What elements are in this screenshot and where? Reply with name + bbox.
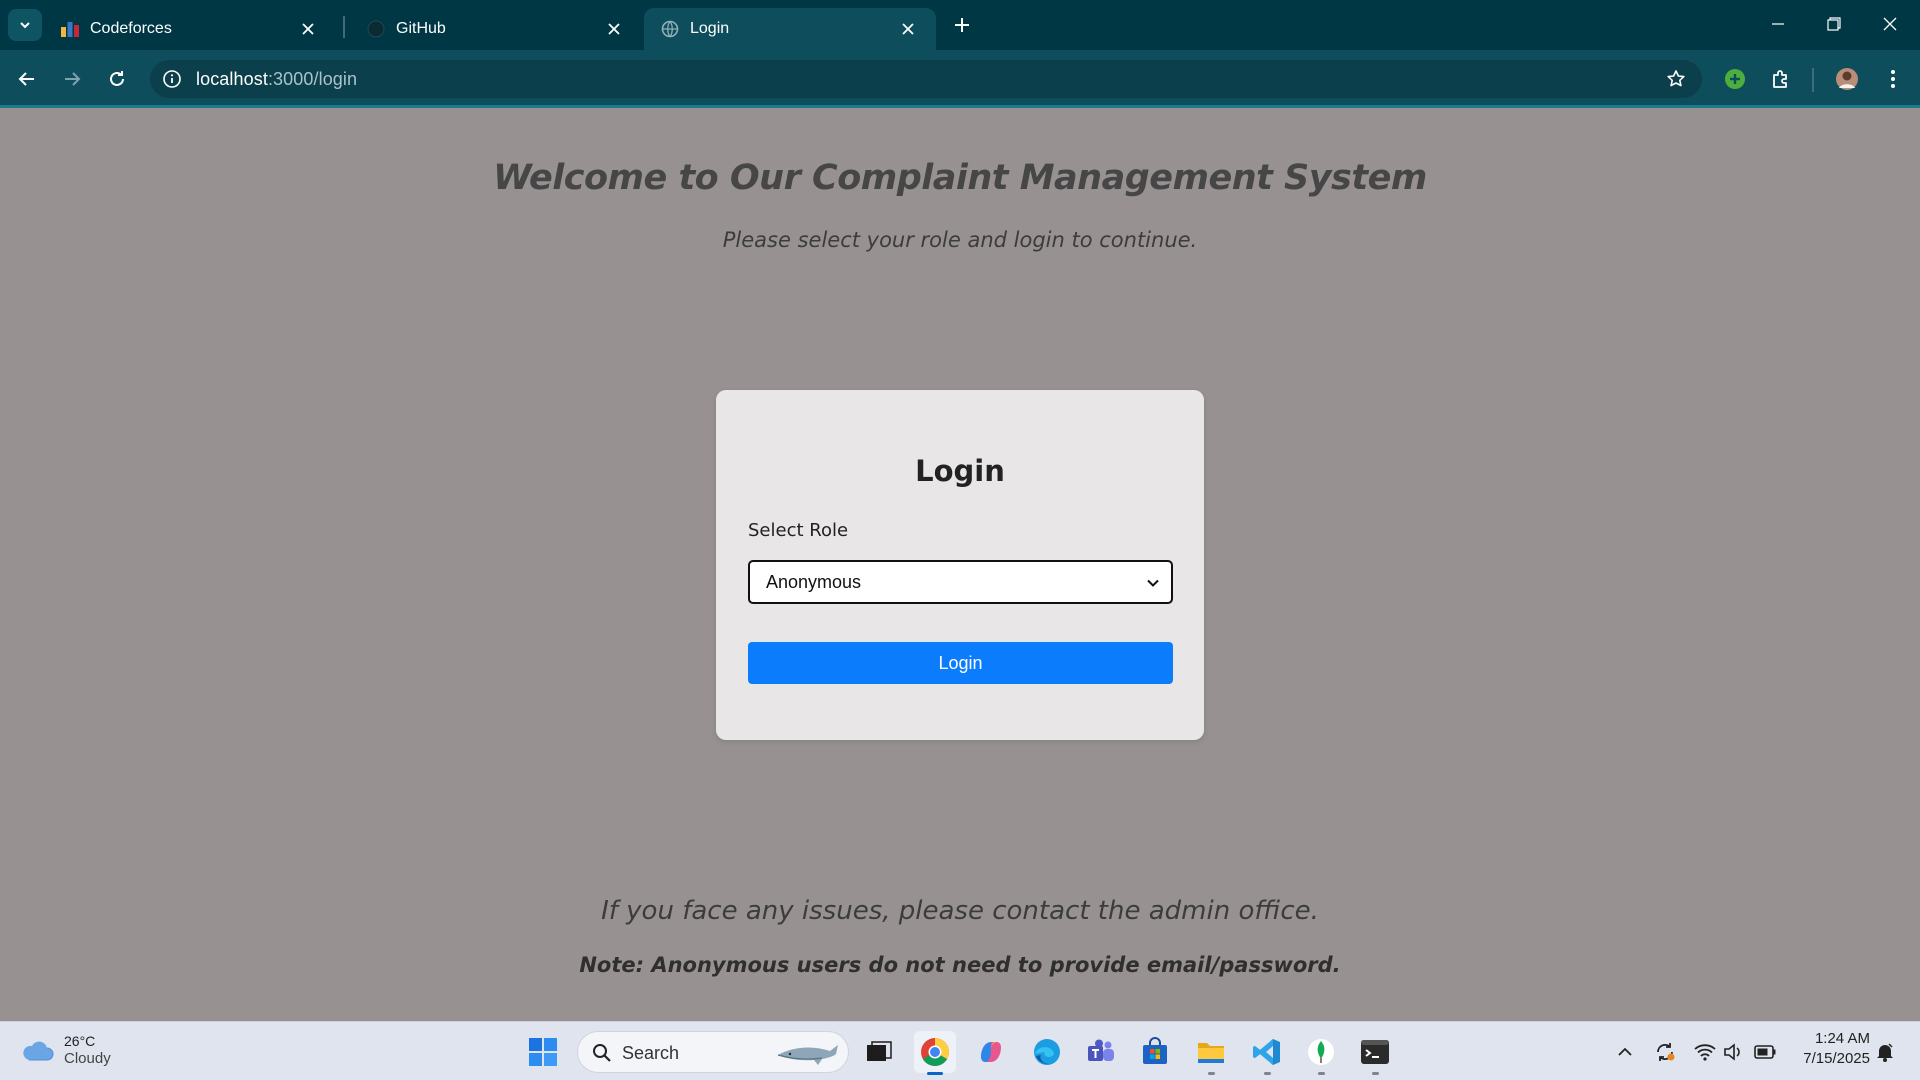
taskbar-terminal[interactable] bbox=[1354, 1031, 1396, 1075]
site-info-icon[interactable] bbox=[160, 67, 184, 91]
teams-icon bbox=[1088, 1039, 1114, 1061]
close-icon bbox=[1883, 17, 1897, 31]
taskbar-store[interactable] bbox=[1134, 1031, 1176, 1073]
windows-taskbar: 26°C Cloudy Search 1:24 AM 7/15/2025 bbox=[0, 1021, 1920, 1080]
tab-title: Codeforces bbox=[90, 20, 172, 37]
role-select-value: Anonymous bbox=[766, 571, 862, 592]
close-window-button[interactable] bbox=[1862, 0, 1918, 48]
task-view-icon bbox=[867, 1041, 892, 1061]
role-select[interactable]: Anonymous bbox=[748, 560, 1173, 604]
page-content: Welcome to Our Complaint Management Syst… bbox=[0, 108, 1920, 1021]
arrow-left-icon bbox=[18, 72, 34, 86]
battery-icon[interactable] bbox=[1754, 1041, 1776, 1063]
wifi-icon[interactable] bbox=[1694, 1041, 1716, 1063]
tray-overflow-chevron-icon[interactable] bbox=[1614, 1041, 1636, 1063]
minimize-button[interactable] bbox=[1750, 0, 1806, 48]
login-card: Login Select Role Anonymous Login bbox=[716, 390, 1204, 740]
restore-button[interactable] bbox=[1806, 0, 1862, 48]
clock-date: 7/15/2025 bbox=[1803, 1050, 1870, 1067]
weather-condition: Cloudy bbox=[64, 1050, 111, 1067]
login-title: Login bbox=[915, 454, 1005, 488]
start-button[interactable] bbox=[522, 1031, 564, 1073]
tab-search-button[interactable] bbox=[8, 9, 42, 41]
task-view-button[interactable] bbox=[858, 1031, 900, 1073]
taskbar-vscode[interactable] bbox=[1246, 1031, 1288, 1075]
plus-icon bbox=[955, 18, 969, 32]
active-indicator bbox=[927, 1072, 943, 1075]
tab-separator bbox=[343, 16, 345, 38]
browser-toolbar: localhost:3000/login bbox=[0, 50, 1920, 107]
terminal-icon bbox=[1361, 1040, 1389, 1064]
chrome-icon bbox=[921, 1038, 949, 1066]
url-host: localhost bbox=[196, 69, 268, 89]
url-text[interactable]: localhost:3000/login bbox=[196, 69, 357, 90]
restore-icon bbox=[1827, 17, 1841, 31]
page-headline: Welcome to Our Complaint Management Syst… bbox=[493, 158, 1427, 198]
notification-bell-icon[interactable] bbox=[1874, 1041, 1896, 1063]
page-subheadline: Please select your role and login to con… bbox=[722, 228, 1198, 252]
sync-icon[interactable] bbox=[1654, 1041, 1676, 1063]
close-icon[interactable] bbox=[602, 17, 626, 41]
chevron-down-icon bbox=[1147, 579, 1159, 587]
browser-tab-strip: Codeforces GitHub Login bbox=[0, 0, 1920, 50]
close-icon[interactable] bbox=[296, 17, 320, 41]
taskbar-chrome[interactable] bbox=[914, 1031, 956, 1075]
volume-icon[interactable] bbox=[1722, 1041, 1744, 1063]
taskbar-search[interactable]: Search bbox=[577, 1031, 849, 1073]
tab-codeforces[interactable]: Codeforces bbox=[44, 8, 336, 50]
arrow-right-icon bbox=[65, 72, 81, 86]
back-button[interactable] bbox=[10, 62, 44, 96]
bookmark-star-icon[interactable] bbox=[1664, 67, 1688, 91]
chevron-down-icon bbox=[20, 22, 30, 29]
vscode-icon bbox=[1253, 1039, 1280, 1065]
edge-icon bbox=[1034, 1039, 1060, 1065]
taskbar-copilot[interactable] bbox=[970, 1031, 1012, 1073]
tab-title: Login bbox=[690, 20, 730, 37]
codeforces-icon bbox=[60, 19, 80, 39]
folder-icon bbox=[1198, 1043, 1224, 1063]
tab-github[interactable]: GitHub bbox=[350, 8, 642, 50]
clock-time: 1:24 AM bbox=[1814, 1030, 1870, 1047]
taskbar-file-explorer[interactable] bbox=[1190, 1031, 1232, 1075]
extension-plus-icon[interactable] bbox=[1718, 62, 1752, 96]
extensions-puzzle-icon[interactable] bbox=[1764, 62, 1798, 96]
system-clock[interactable]: 1:24 AM 7/15/2025 bbox=[1782, 1029, 1870, 1069]
reload-button[interactable] bbox=[100, 62, 134, 96]
search-icon bbox=[593, 1044, 611, 1062]
close-icon[interactable] bbox=[896, 17, 920, 41]
new-tab-button[interactable] bbox=[946, 9, 978, 41]
store-icon bbox=[1143, 1037, 1167, 1064]
tab-title: GitHub bbox=[396, 20, 446, 37]
profile-avatar-icon[interactable] bbox=[1830, 62, 1864, 96]
search-highlight-shark-icon bbox=[777, 1045, 838, 1065]
globe-icon bbox=[660, 19, 680, 39]
anonymous-note-text: Note: Anonymous users do not need to pro… bbox=[579, 953, 1341, 977]
weather-widget[interactable]: 26°C Cloudy bbox=[20, 1032, 111, 1068]
tab-login[interactable]: Login bbox=[644, 8, 936, 50]
windows-logo-icon bbox=[529, 1038, 557, 1066]
contact-admin-text: If you face any issues, please contact t… bbox=[601, 896, 1319, 926]
address-bar[interactable]: localhost:3000/login bbox=[150, 60, 1702, 98]
menu-kebab-icon[interactable] bbox=[1876, 62, 1910, 96]
running-indicator bbox=[1372, 1072, 1379, 1075]
running-indicator bbox=[1208, 1072, 1215, 1075]
reload-icon bbox=[110, 71, 124, 86]
forward-button[interactable] bbox=[55, 62, 89, 96]
url-path: :3000/login bbox=[267, 69, 358, 89]
running-indicator bbox=[1318, 1072, 1325, 1075]
mongodb-leaf-icon bbox=[1308, 1039, 1334, 1065]
taskbar-mongodb-compass[interactable] bbox=[1300, 1031, 1342, 1075]
weather-temp: 26°C bbox=[64, 1033, 96, 1049]
cloud-icon bbox=[23, 1041, 54, 1061]
toolbar-divider bbox=[1812, 68, 1814, 92]
search-label: Search bbox=[622, 1043, 680, 1063]
github-icon bbox=[366, 19, 386, 39]
taskbar-teams[interactable] bbox=[1080, 1031, 1122, 1073]
login-button[interactable]: Login bbox=[748, 642, 1173, 684]
role-label: Select Role bbox=[748, 520, 849, 541]
running-indicator bbox=[1264, 1072, 1271, 1075]
copilot-icon bbox=[981, 1042, 1001, 1062]
minimize-icon bbox=[1772, 23, 1784, 25]
taskbar-edge[interactable] bbox=[1026, 1031, 1068, 1073]
